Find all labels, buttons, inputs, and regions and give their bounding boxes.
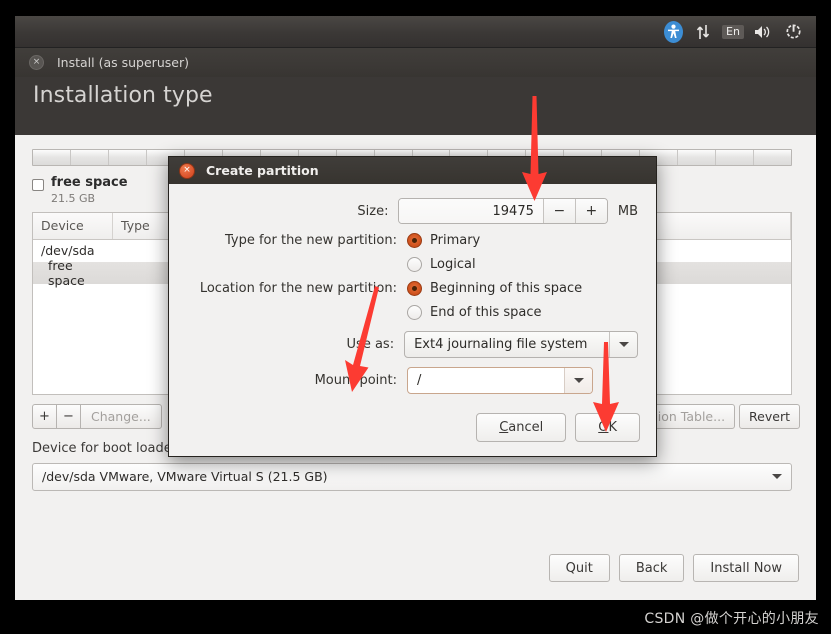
free-space-label: free space (51, 175, 128, 190)
location-label: Location for the new partition: (199, 281, 397, 296)
radio-primary-indicator[interactable] (407, 233, 422, 248)
free-space-size: 21.5 GB (51, 191, 96, 205)
radio-beginning-label: Beginning of this space (430, 281, 583, 296)
change-partition-button[interactable]: Change... (80, 403, 162, 429)
column-header-type[interactable]: Type (113, 212, 171, 239)
radio-primary-label: Primary (430, 233, 481, 248)
partition-bar-segment (109, 150, 147, 165)
type-row-logical: . Logical (183, 257, 638, 272)
revert-button[interactable]: Revert (739, 403, 800, 429)
use-as-select[interactable]: Ext4 journaling file system (404, 331, 638, 358)
chevron-down-icon (564, 368, 592, 393)
size-stepper[interactable]: 19475 − + (398, 198, 608, 224)
page-title: Installation type (33, 83, 213, 108)
quit-button[interactable]: Quit (548, 554, 610, 582)
partition-bar-segment (678, 150, 717, 165)
mount-point-select[interactable]: / (407, 367, 593, 394)
dialog-titlebar: × Create partition (169, 157, 656, 184)
location-row-beginning: Location for the new partition: Beginnin… (183, 281, 638, 296)
location-row-end: . End of this space (183, 305, 638, 320)
accessibility-icon[interactable] (658, 19, 688, 45)
mount-point-selected-value: / (417, 373, 422, 388)
type-row-primary: Type for the new partition: Primary (183, 233, 638, 248)
radio-beginning-of-space[interactable]: Beginning of this space (407, 281, 582, 296)
create-partition-dialog: × Create partition Size: 19475 − + MB Ty… (168, 156, 657, 457)
close-icon[interactable]: × (29, 55, 44, 70)
size-unit-label: MB (617, 203, 638, 219)
installer-header: Installation type (15, 77, 816, 135)
column-header-device[interactable]: Device (33, 212, 113, 239)
dialog-body: Size: 19475 − + MB Type for the new part… (169, 184, 656, 394)
radio-end-indicator[interactable] (407, 305, 422, 320)
new-partition-table-button[interactable]: ion Table... (647, 403, 736, 429)
ok-label-rest: K (608, 420, 617, 435)
type-label: Type for the new partition: (224, 233, 397, 248)
partition-bar-segment (754, 150, 791, 165)
size-input[interactable]: 19475 (399, 199, 543, 223)
back-button[interactable]: Back (618, 554, 685, 582)
system-top-panel: En (15, 16, 816, 48)
install-now-button[interactable]: Install Now (693, 554, 799, 582)
volume-icon[interactable] (748, 19, 778, 45)
network-icon[interactable] (688, 19, 718, 45)
bootloader-selected-value: /dev/sda VMware, VMware Virtual S (21.5 … (42, 469, 328, 485)
size-row: Size: 19475 − + MB (183, 198, 638, 224)
ok-accel: O (598, 420, 609, 435)
installer-action-buttons: Quit Back Install Now (548, 554, 799, 582)
dialog-action-buttons: Cancel OK (476, 413, 640, 442)
type-label-spacer: . (183, 257, 407, 272)
watermark-text: CSDN @做个开心的小朋友 (644, 611, 819, 627)
mount-point-label: Mount point: (314, 373, 397, 388)
add-partition-button[interactable]: + (32, 403, 57, 429)
toolbar-right-group: ion Table... Revert (643, 403, 800, 429)
radio-beginning-indicator[interactable] (407, 281, 422, 296)
size-increment-button[interactable]: + (574, 199, 607, 223)
radio-end-label: End of this space (430, 305, 542, 320)
cancel-accel: C (499, 420, 509, 435)
location-label-spacer: . (183, 305, 407, 320)
bootloader-select[interactable]: /dev/sda VMware, VMware Virtual S (21.5 … (32, 462, 792, 491)
cell-device: free space (48, 257, 85, 288)
installer-window-title: Install (as superuser) (57, 55, 189, 70)
size-decrement-button[interactable]: − (542, 199, 575, 223)
close-glyph: × (183, 165, 191, 175)
mount-point-row: Mount point: / (183, 367, 638, 394)
cancel-label-rest: ancel (508, 420, 544, 435)
close-icon[interactable]: × (179, 162, 195, 179)
remove-partition-button[interactable]: − (56, 403, 81, 429)
cell-device: /dev/sda (41, 243, 95, 259)
close-glyph: × (32, 57, 41, 67)
use-as-label: Use as: (346, 337, 395, 352)
size-label: Size: (357, 203, 389, 219)
keyboard-layout-label: En (722, 24, 744, 39)
legend-color-swatch (32, 179, 44, 191)
keyboard-layout-indicator[interactable]: En (718, 19, 748, 45)
radio-end-of-space[interactable]: End of this space (407, 305, 542, 320)
radio-logical-indicator[interactable] (407, 257, 422, 272)
partition-bar-segment (71, 150, 109, 165)
radio-logical[interactable]: Logical (407, 257, 476, 272)
radio-logical-label: Logical (430, 257, 476, 272)
partition-bar-segment (33, 150, 71, 165)
system-power-icon[interactable] (778, 19, 808, 45)
screen: En × Install (as superuser) Installation… (0, 0, 831, 634)
ok-button[interactable]: OK (575, 413, 640, 442)
use-as-row: Use as: Ext4 journaling file system (183, 331, 638, 358)
chevron-down-icon (609, 332, 637, 357)
partition-bar-segment (716, 150, 755, 165)
radio-primary[interactable]: Primary (407, 233, 480, 248)
chevron-down-icon (772, 474, 782, 480)
use-as-selected-value: Ext4 journaling file system (414, 337, 588, 352)
dialog-title: Create partition (206, 163, 319, 178)
installer-titlebar: × Install (as superuser) (15, 48, 816, 77)
cancel-button[interactable]: Cancel (476, 413, 567, 442)
